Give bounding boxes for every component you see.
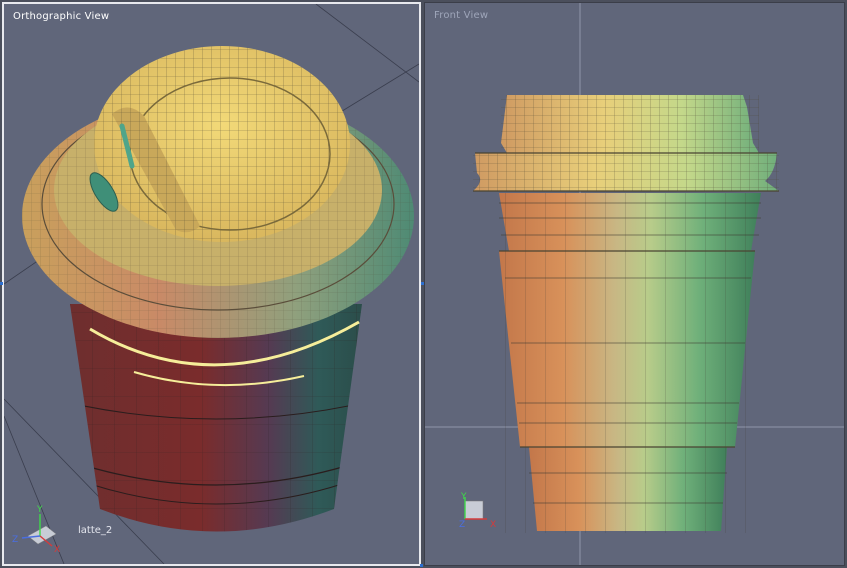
cup-lid-front[interactable] <box>473 95 779 192</box>
axis-z-label-front: Z <box>459 520 465 530</box>
object-name-label: latte_2 <box>78 525 113 536</box>
axis-y-label: Y <box>36 505 43 515</box>
front-view-title: Front View <box>434 10 489 21</box>
orthographic-scene[interactable]: Y X Z <box>4 4 419 564</box>
axis-x-label: X <box>54 545 60 555</box>
axis-x-label-front: X <box>490 520 496 530</box>
viewport-edge-marker <box>0 282 3 285</box>
axis-gizmo-front <box>464 497 487 520</box>
cup-body-front[interactable] <box>495 193 765 533</box>
viewport-edge-marker <box>421 282 424 285</box>
axis-gizmo <box>21 514 57 547</box>
axis-y-label-front: Y <box>460 492 467 502</box>
orthographic-viewport[interactable]: Orthographic View Y X Z latte_2 <box>2 2 421 566</box>
axis-z-label: Z <box>12 535 18 545</box>
cup-lid[interactable] <box>22 46 414 338</box>
front-scene[interactable]: Y X Z <box>425 3 844 565</box>
orthographic-view-title: Orthographic View <box>13 11 110 22</box>
viewport-edge-marker <box>420 564 423 567</box>
front-viewport[interactable]: Front View Y X Z <box>424 2 845 566</box>
